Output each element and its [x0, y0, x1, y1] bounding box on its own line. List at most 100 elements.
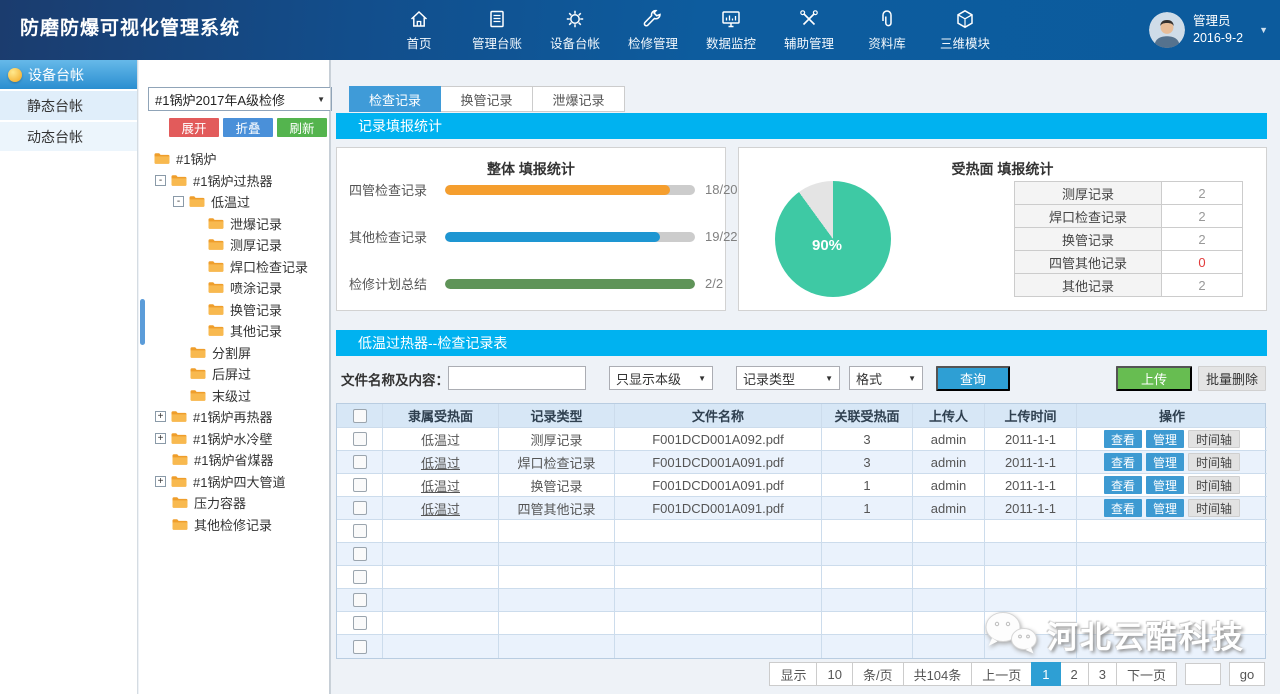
- tree-node[interactable]: +#1锅炉再热器: [139, 406, 329, 428]
- tab-1[interactable]: 检查记录: [349, 86, 441, 112]
- tab-2[interactable]: 换管记录: [441, 86, 533, 112]
- go-button[interactable]: go: [1229, 662, 1265, 686]
- sidebar-item-1[interactable]: 设备台帐: [0, 60, 137, 89]
- tree-node[interactable]: -#1锅炉过热器: [139, 170, 329, 192]
- manage-button[interactable]: 管理: [1146, 476, 1184, 494]
- row-checkbox[interactable]: [353, 501, 367, 515]
- goto-page-input[interactable]: [1185, 663, 1221, 685]
- tree-button-1[interactable]: 展开: [169, 118, 219, 137]
- row-checkbox[interactable]: [353, 455, 367, 469]
- surface-cell[interactable]: 低温过: [383, 474, 499, 497]
- page-2[interactable]: 2: [1060, 662, 1089, 686]
- nav-item-1[interactable]: 首页: [380, 0, 458, 60]
- tree-node[interactable]: 其他记录: [139, 320, 329, 342]
- table-row: 低温过测厚记录F001DCD001A092.pdf3admin2011-1-1查…: [337, 428, 1265, 451]
- upload-button[interactable]: 上传: [1116, 366, 1192, 391]
- view-button[interactable]: 查看: [1104, 430, 1142, 448]
- tree-node[interactable]: 喷涂记录: [139, 277, 329, 299]
- pager-cell-4[interactable]: 共104条: [903, 662, 973, 686]
- row-checkbox[interactable]: [353, 616, 367, 630]
- expand-icon[interactable]: +: [155, 476, 166, 487]
- sidebar-item-3[interactable]: 动态台帐: [0, 122, 137, 151]
- surface-link[interactable]: 低温过: [421, 476, 460, 495]
- row-checkbox[interactable]: [353, 640, 367, 654]
- row-checkbox[interactable]: [353, 570, 367, 584]
- view-button[interactable]: 查看: [1104, 453, 1142, 471]
- filter-select-2[interactable]: 记录类型▼: [736, 366, 840, 390]
- collapse-icon[interactable]: -: [155, 175, 166, 186]
- surface-cell[interactable]: 低温过: [383, 451, 499, 474]
- tree-node[interactable]: 末级过: [139, 385, 329, 407]
- tree-node[interactable]: 焊口检查记录: [139, 256, 329, 278]
- nav-item-8[interactable]: 三维模块: [926, 0, 1004, 60]
- tree-node[interactable]: -低温过: [139, 191, 329, 213]
- pager-cell-1[interactable]: 显示: [769, 662, 817, 686]
- tree-node-label: #1锅炉: [176, 149, 216, 168]
- tree-node[interactable]: +#1锅炉水冷壁: [139, 428, 329, 450]
- filename-filter-input[interactable]: [448, 366, 586, 390]
- user-area[interactable]: 管理员 2016-9-2 ▼: [1149, 0, 1274, 60]
- nav-item-6[interactable]: 辅助管理: [770, 0, 848, 60]
- table-empty-row: [337, 635, 1265, 658]
- nav-item-3[interactable]: 设备台帐: [536, 0, 614, 60]
- filter-select-3[interactable]: 格式▼: [849, 366, 923, 390]
- tree-node[interactable]: 测厚记录: [139, 234, 329, 256]
- actions-cell: 查看管理时间轴: [1077, 474, 1267, 497]
- tree-node[interactable]: 后屏过: [139, 363, 329, 385]
- scrollbar-thumb[interactable]: [140, 299, 145, 345]
- manage-button[interactable]: 管理: [1146, 453, 1184, 471]
- row-checkbox[interactable]: [353, 524, 367, 538]
- pager-cell-9[interactable]: 下一页: [1116, 662, 1177, 686]
- expand-icon[interactable]: +: [155, 433, 166, 444]
- surface-cell[interactable]: 低温过: [383, 497, 499, 520]
- sidebar-item-2[interactable]: 静态台帐: [0, 91, 137, 120]
- row-checkbox[interactable]: [353, 478, 367, 492]
- pager-cell-5[interactable]: 上一页: [971, 662, 1032, 686]
- nav-item-7[interactable]: 资料库: [848, 0, 926, 60]
- collapse-icon[interactable]: -: [173, 196, 184, 207]
- tree-node[interactable]: 压力容器: [139, 492, 329, 514]
- page-1[interactable]: 1: [1031, 662, 1060, 686]
- plan-select[interactable]: #1锅炉2017年A级检修 ▼: [148, 87, 332, 111]
- chevron-down-icon[interactable]: ▼: [1259, 25, 1268, 35]
- surface-link[interactable]: 低温过: [421, 499, 460, 518]
- empty-cell: [985, 589, 1077, 612]
- tree-node[interactable]: 其他检修记录: [139, 514, 329, 536]
- timeline-button[interactable]: 时间轴: [1188, 453, 1240, 471]
- tab-3[interactable]: 泄爆记录: [533, 86, 625, 112]
- tree-button-2[interactable]: 折叠: [223, 118, 273, 137]
- related-cell: 1: [822, 497, 913, 520]
- tree-button-3[interactable]: 刷新: [277, 118, 327, 137]
- row-checkbox[interactable]: [353, 593, 367, 607]
- manage-button[interactable]: 管理: [1146, 499, 1184, 517]
- nav-item-4[interactable]: 检修管理: [614, 0, 692, 60]
- query-button[interactable]: 查询: [936, 366, 1010, 391]
- tree-node[interactable]: 分割屏: [139, 342, 329, 364]
- select-all-checkbox[interactable]: [353, 409, 367, 423]
- manage-button[interactable]: 管理: [1146, 430, 1184, 448]
- timeline-button[interactable]: 时间轴: [1188, 499, 1240, 517]
- nav-item-5[interactable]: 数据监控: [692, 0, 770, 60]
- view-button[interactable]: 查看: [1104, 476, 1142, 494]
- folder-icon: [208, 260, 224, 273]
- surface-link[interactable]: 低温过: [421, 453, 460, 472]
- pager-cell-3[interactable]: 条/页: [852, 662, 904, 686]
- view-button[interactable]: 查看: [1104, 499, 1142, 517]
- batch-delete-button[interactable]: 批量删除: [1198, 366, 1266, 391]
- type-cell: 焊口检查记录: [499, 451, 615, 474]
- timeline-button[interactable]: 时间轴: [1188, 476, 1240, 494]
- empty-cell: [822, 520, 913, 543]
- row-checkbox[interactable]: [353, 432, 367, 446]
- filter-select-1[interactable]: 只显示本级▼: [609, 366, 713, 390]
- tree-node[interactable]: #1锅炉省煤器: [139, 449, 329, 471]
- tree-node[interactable]: 换管记录: [139, 299, 329, 321]
- tree-node[interactable]: #1锅炉: [139, 148, 329, 170]
- tree-node[interactable]: +#1锅炉四大管道: [139, 471, 329, 493]
- pager-cell-2[interactable]: 10: [816, 662, 852, 686]
- expand-icon[interactable]: +: [155, 411, 166, 422]
- page-3[interactable]: 3: [1088, 662, 1117, 686]
- tree-node[interactable]: 泄爆记录: [139, 213, 329, 235]
- nav-item-2[interactable]: 管理台账: [458, 0, 536, 60]
- timeline-button[interactable]: 时间轴: [1188, 430, 1240, 448]
- row-checkbox[interactable]: [353, 547, 367, 561]
